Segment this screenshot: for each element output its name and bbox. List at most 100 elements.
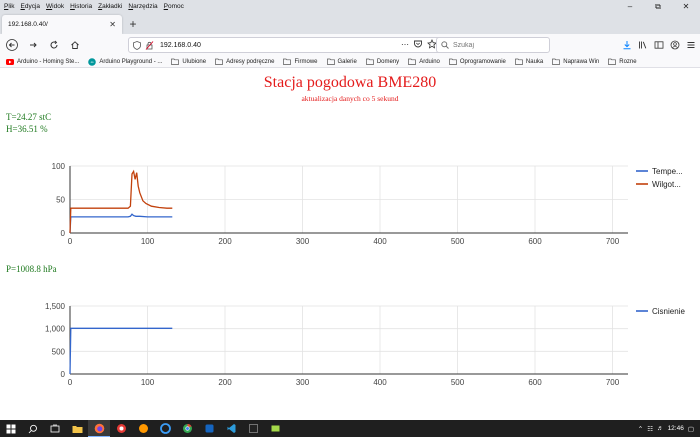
bookmark-item[interactable]: ∞ Arduino Playground - ... xyxy=(88,57,163,66)
pocket-icon[interactable] xyxy=(413,39,423,49)
bookmark-item[interactable]: Naprawa Win xyxy=(552,58,599,65)
series-line xyxy=(69,213,173,234)
temperature-readout: T=24.27 stC xyxy=(6,112,52,122)
x-tick-label: 500 xyxy=(451,237,465,246)
menu-item[interactable]: Plik xyxy=(4,3,14,10)
taskbar-explorer[interactable] xyxy=(66,420,88,437)
x-tick-label: 0 xyxy=(68,237,73,246)
bookmark-item[interactable]: Rozne xyxy=(608,58,637,65)
legend-label: Cisnienie xyxy=(652,307,685,316)
x-tick-label: 200 xyxy=(218,237,232,246)
library-icon[interactable] xyxy=(638,40,648,50)
menu-item[interactable]: Narzędzia xyxy=(128,3,157,10)
task-view-button[interactable] xyxy=(44,420,66,437)
menu-item[interactable]: Zakładki xyxy=(98,3,122,10)
bookmark-item[interactable]: Arduino - Homing Ste... xyxy=(6,58,80,65)
account-icon[interactable] xyxy=(670,40,680,50)
search-icon xyxy=(28,424,37,433)
address-bar[interactable]: 192.168.0.40 ⋯ xyxy=(128,37,442,53)
clock[interactable]: 12:46 xyxy=(668,425,684,432)
x-tick-label: 300 xyxy=(296,237,310,246)
folder-icon xyxy=(449,58,457,65)
menu-item[interactable]: Widok xyxy=(46,3,64,10)
bookmark-item[interactable]: Nauka xyxy=(515,58,543,65)
task-view-icon xyxy=(50,424,60,432)
taskbar-app-orange[interactable] xyxy=(132,420,154,437)
y-tick-label: 0 xyxy=(61,370,66,379)
notifications-icon[interactable]: ▢ xyxy=(688,425,694,433)
download-icon[interactable] xyxy=(622,40,632,50)
back-arrow-icon xyxy=(6,39,18,51)
bookmark-item[interactable]: Oprogramowanie xyxy=(449,58,506,65)
browser-tab[interactable]: 192.168.0.40/ ✕ xyxy=(2,15,122,34)
bookmark-label: Firmowe xyxy=(294,58,318,65)
bookmark-item[interactable]: Adresy podręczne xyxy=(215,58,274,65)
page-subtitle: aktualizacja danych co 5 sekund xyxy=(301,94,399,103)
taskbar-app-green[interactable] xyxy=(264,420,286,437)
new-tab-button[interactable]: + xyxy=(126,17,140,31)
web-page: Stacja pogodowa BME280 aktualizacja dany… xyxy=(0,68,700,420)
menu-item[interactable]: Historia xyxy=(70,3,92,10)
bookmark-label: Rozne xyxy=(619,58,637,65)
edge-icon xyxy=(159,423,171,434)
taskbar-app-dark[interactable] xyxy=(242,420,264,437)
taskbar-chrome[interactable] xyxy=(176,420,198,437)
bookmark-label: Arduino - Homing Ste... xyxy=(17,58,80,65)
x-tick-label: 500 xyxy=(451,378,465,387)
menu-item[interactable]: Pomoc xyxy=(164,3,184,10)
home-button[interactable] xyxy=(66,36,84,54)
url-text[interactable]: 192.168.0.40 xyxy=(160,42,201,49)
menu-item[interactable]: Edycja xyxy=(20,3,40,10)
reload-button[interactable] xyxy=(45,36,63,54)
search-box[interactable] xyxy=(436,37,550,53)
bookmark-label: Arduino Playground - ... xyxy=(99,58,163,65)
taskbar-app-red[interactable] xyxy=(110,420,132,437)
taskbar-app-blue[interactable] xyxy=(198,420,220,437)
x-tick-label: 700 xyxy=(606,237,620,246)
taskbar-search-button[interactable] xyxy=(22,420,44,437)
tray-chevron-icon[interactable]: ⌃ xyxy=(638,425,643,433)
bookmark-item[interactable]: Firmowe xyxy=(283,58,318,65)
maximize-button[interactable]: ⧉ xyxy=(644,0,672,13)
insecure-lock-icon[interactable] xyxy=(145,40,154,50)
toolbar-icons xyxy=(622,37,696,53)
shield-icon[interactable] xyxy=(133,40,141,50)
back-button[interactable] xyxy=(3,36,21,54)
folder-icon xyxy=(408,58,417,65)
bookmark-item[interactable]: Arduino xyxy=(408,58,440,65)
close-tab-icon[interactable]: ✕ xyxy=(109,20,116,29)
volume-icon[interactable]: ♬ xyxy=(657,425,664,432)
taskbar-vscode[interactable] xyxy=(220,420,242,437)
taskbar-firefox[interactable] xyxy=(88,420,110,437)
bookmark-item[interactable]: Galerie xyxy=(326,58,357,65)
x-tick-label: 400 xyxy=(373,237,387,246)
start-button[interactable] xyxy=(0,420,22,437)
folder-icon xyxy=(326,58,335,65)
firefox-icon xyxy=(94,423,104,433)
search-input[interactable] xyxy=(453,41,543,49)
bookmark-label: Arduino xyxy=(419,58,440,65)
bookmark-item[interactable]: Domeny xyxy=(365,58,399,65)
system-tray: ⌃ ☷ ♬ 12:46 ▢ xyxy=(638,420,700,437)
taskbar-edge[interactable] xyxy=(154,420,176,437)
page-actions-icon[interactable]: ⋯ xyxy=(401,39,409,51)
bookmark-label: Nauka xyxy=(525,58,544,65)
bookmarks-toolbar: Arduino - Homing Ste... ∞ Arduino Playgrou… xyxy=(0,56,700,68)
folder-icon xyxy=(515,58,523,65)
forward-button[interactable] xyxy=(24,36,42,54)
sidebar-icon[interactable] xyxy=(654,40,664,50)
bookmark-label: Adresy podręczne xyxy=(226,58,275,65)
hamburger-menu-icon[interactable] xyxy=(686,40,696,50)
close-window-button[interactable]: ✕ xyxy=(672,0,700,13)
network-icon[interactable]: ☷ xyxy=(647,425,653,433)
svg-text:∞: ∞ xyxy=(91,59,94,64)
minimize-button[interactable]: – xyxy=(616,0,644,13)
youtube-icon xyxy=(6,58,14,65)
bookmark-item[interactable]: Ulubione xyxy=(171,58,206,65)
folder-icon xyxy=(72,425,82,433)
x-tick-label: 100 xyxy=(141,378,155,387)
x-tick-label: 600 xyxy=(528,237,542,246)
humidity-readout: H=36.51 % xyxy=(6,124,48,134)
y-tick-label: 500 xyxy=(52,347,66,356)
legend-label: Tempe... xyxy=(652,167,683,176)
